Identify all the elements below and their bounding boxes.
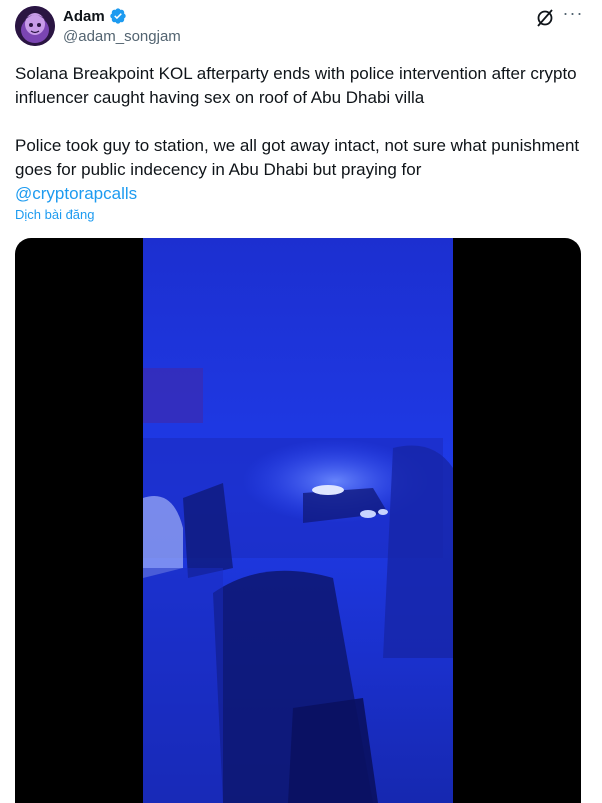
video-thumbnail[interactable]	[143, 238, 453, 803]
tweet-paragraph-2-text: Police took guy to station, we all got a…	[15, 136, 580, 179]
avatar[interactable]	[15, 6, 55, 46]
more-options-icon[interactable]: ···	[562, 4, 584, 26]
avatar-image	[15, 6, 55, 46]
mention-link[interactable]: @cryptorapcalls	[15, 184, 137, 203]
author-name-row: Adam	[63, 6, 127, 26]
translate-post-link[interactable]: Dịch bài đăng	[15, 207, 95, 222]
tweet-card[interactable]: Adam @adam_songjam ··· Solana Breakpoint…	[0, 0, 602, 803]
author-display-name[interactable]: Adam	[63, 8, 105, 25]
tweet-paragraph-2: Police took guy to station, we all got a…	[15, 134, 585, 206]
video-player[interactable]	[15, 238, 581, 803]
tweet-paragraph-1: Solana Breakpoint KOL afterparty ends wi…	[15, 64, 577, 107]
author-handle[interactable]: @adam_songjam	[63, 28, 181, 45]
verified-badge-icon[interactable]	[109, 7, 127, 25]
grok-icon[interactable]	[535, 8, 555, 28]
tweet-text: Solana Breakpoint KOL afterparty ends wi…	[15, 62, 585, 206]
